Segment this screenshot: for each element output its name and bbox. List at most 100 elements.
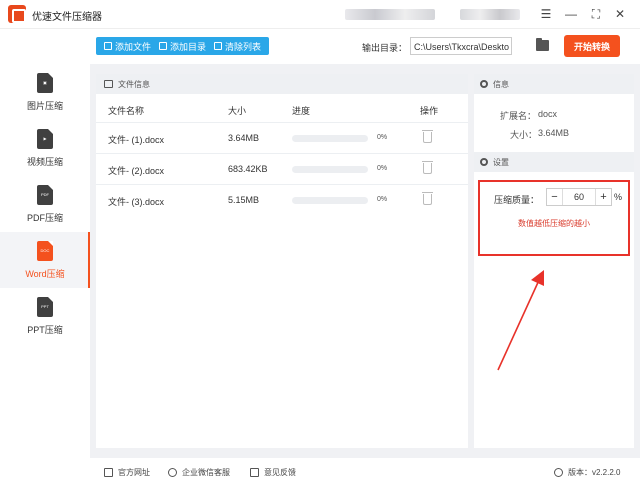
progress-bar bbox=[292, 166, 368, 173]
ext-value: docx bbox=[538, 109, 558, 119]
feedback-label: 意见反馈 bbox=[264, 468, 296, 477]
add-file-label: 添加文件 bbox=[115, 41, 152, 52]
file-info-header: 文件信息 bbox=[96, 74, 468, 94]
feedback-link[interactable]: 意见反馈 bbox=[250, 467, 296, 478]
file-name: 文件- (1).docx bbox=[108, 135, 165, 145]
file-size: 683.42KB bbox=[228, 164, 268, 174]
size-label: 大小： bbox=[510, 130, 538, 140]
output-dir-label: 输出目录： bbox=[362, 43, 408, 53]
monitor-icon bbox=[104, 468, 113, 477]
table-row[interactable]: 文件- (1).docx 3.64MB 0% bbox=[96, 122, 468, 153]
delete-icon[interactable] bbox=[422, 130, 433, 143]
quality-unit: % bbox=[614, 192, 623, 202]
word-doc-icon: DOC bbox=[37, 240, 53, 261]
sidebar-item-video[interactable]: ▶ 视频压缩 bbox=[0, 120, 90, 176]
annotation-arrow-icon bbox=[497, 270, 544, 371]
gear-icon bbox=[480, 80, 488, 88]
feedback-icon bbox=[250, 468, 259, 477]
sidebar-item-label: PDF压缩 bbox=[26, 212, 63, 223]
size-value: 3.64MB bbox=[538, 128, 570, 138]
quality-stepper[interactable]: − 60 + bbox=[546, 188, 612, 206]
menu-icon[interactable]: ☰ bbox=[538, 6, 554, 22]
settings-title: 设置 bbox=[493, 157, 509, 167]
file-size: 5.15MB bbox=[228, 195, 260, 205]
col-name: 文件名称 bbox=[108, 106, 145, 116]
pdf-doc-icon: PDF bbox=[37, 184, 53, 205]
footer: 官方网址 企业微信客服 意见反馈 版本：v2.2.2.0 bbox=[0, 458, 640, 486]
trash-small-icon bbox=[214, 42, 223, 50]
blurred-user-info bbox=[460, 9, 520, 20]
decrease-button[interactable]: − bbox=[547, 189, 563, 205]
open-folder-icon[interactable] bbox=[536, 38, 549, 51]
refresh-icon bbox=[554, 468, 563, 477]
quality-setting-highlight: 压缩质量： − 60 + % 数值越低压缩的越小 bbox=[478, 180, 630, 256]
clear-list-button[interactable]: 清除列表 bbox=[214, 40, 261, 53]
sidebar-item-ppt[interactable]: PPT PPT压缩 bbox=[0, 288, 90, 344]
file-icon bbox=[104, 42, 112, 50]
folder-outline-icon bbox=[159, 42, 168, 50]
increase-button[interactable]: + bbox=[595, 189, 611, 205]
table-row[interactable]: 文件- (2).docx 683.42KB 0% bbox=[96, 153, 468, 184]
sidebar-item-label: PPT压缩 bbox=[27, 324, 63, 335]
toolbar: 添加文件 添加目录 清除列表 输出目录： C:\Users\Tkxcra\Des… bbox=[0, 28, 640, 64]
output-path-field[interactable]: C:\Users\Tkxcra\Deskto bbox=[410, 37, 512, 55]
ppt-doc-icon: PPT bbox=[37, 296, 53, 317]
version-info[interactable]: 版本：v2.2.2.0 bbox=[554, 467, 620, 478]
progress-percent: 0% bbox=[377, 134, 388, 141]
progress-percent: 0% bbox=[377, 196, 388, 203]
quality-value[interactable]: 60 bbox=[563, 192, 595, 202]
sidebar-item-label: Word压缩 bbox=[25, 268, 65, 279]
quality-hint: 数值越低压缩的越小 bbox=[518, 219, 590, 228]
start-convert-button[interactable]: 开始转换 bbox=[564, 35, 620, 57]
col-progress: 进度 bbox=[292, 106, 311, 116]
chat-icon bbox=[168, 468, 177, 477]
add-folder-button[interactable]: 添加目录 bbox=[159, 40, 206, 53]
file-list-panel: 文件信息 文件名称 大小 进度 操作 文件- (1).docx 3.64MB 0… bbox=[96, 74, 468, 448]
table-row[interactable]: 文件- (3).docx 5.15MB 0% bbox=[96, 184, 468, 215]
ext-label: 扩展名： bbox=[500, 111, 537, 121]
image-icon bbox=[104, 80, 113, 88]
info-title: 信息 bbox=[493, 79, 509, 89]
wechat-label: 企业微信客服 bbox=[182, 468, 230, 477]
wechat-support-link[interactable]: 企业微信客服 bbox=[168, 467, 230, 478]
sidebar-item-label: 图片压缩 bbox=[26, 100, 63, 111]
sidebar: ▣ 图片压缩 ▶ 视频压缩 PDF PDF压缩 DOC Word压缩 PPT P… bbox=[0, 64, 90, 458]
title-bar: 优速文件压缩器 ☰ — ⛶ ✕ bbox=[0, 0, 640, 28]
file-name: 文件- (2).docx bbox=[108, 166, 165, 176]
image-doc-icon: ▣ bbox=[37, 72, 53, 93]
app-title: 优速文件压缩器 bbox=[32, 12, 102, 23]
sidebar-item-image[interactable]: ▣ 图片压缩 bbox=[0, 64, 90, 120]
website-link[interactable]: 官方网址 bbox=[104, 467, 150, 478]
minimize-icon[interactable]: — bbox=[563, 6, 579, 22]
sidebar-item-word[interactable]: DOC Word压缩 bbox=[0, 232, 90, 288]
table-header: 文件名称 大小 进度 操作 bbox=[96, 94, 468, 122]
delete-icon[interactable] bbox=[422, 161, 433, 174]
add-folder-label: 添加目录 bbox=[170, 41, 207, 52]
maximize-icon[interactable]: ⛶ bbox=[588, 6, 604, 22]
file-size: 3.64MB bbox=[228, 133, 260, 143]
app-logo-icon bbox=[8, 5, 26, 23]
gear-icon bbox=[480, 158, 488, 166]
file-name: 文件- (3).docx bbox=[108, 197, 165, 207]
col-size: 大小 bbox=[228, 106, 247, 116]
progress-bar bbox=[292, 197, 368, 204]
video-doc-icon: ▶ bbox=[37, 128, 53, 149]
col-action: 操作 bbox=[420, 106, 439, 116]
quality-label: 压缩质量： bbox=[494, 195, 540, 205]
file-actions-group: 添加文件 添加目录 清除列表 bbox=[96, 37, 270, 55]
close-icon[interactable]: ✕ bbox=[612, 6, 628, 22]
sidebar-item-label: 视频压缩 bbox=[26, 156, 63, 167]
website-label: 官方网址 bbox=[118, 468, 150, 477]
settings-header: 设置 bbox=[474, 152, 634, 172]
delete-icon[interactable] bbox=[422, 192, 433, 205]
version-label: 版本：v2.2.2.0 bbox=[568, 468, 621, 477]
file-info-title: 文件信息 bbox=[118, 79, 150, 89]
add-file-button[interactable]: 添加文件 bbox=[104, 40, 151, 53]
info-settings-panel: 信息 扩展名： docx 大小： 3.64MB 设置 bbox=[474, 74, 634, 448]
blurred-account-info bbox=[345, 9, 435, 20]
progress-bar bbox=[292, 135, 368, 142]
sidebar-item-pdf[interactable]: PDF PDF压缩 bbox=[0, 176, 90, 232]
clear-list-label: 清除列表 bbox=[225, 41, 262, 52]
progress-percent: 0% bbox=[377, 165, 388, 172]
info-header: 信息 bbox=[474, 74, 634, 94]
